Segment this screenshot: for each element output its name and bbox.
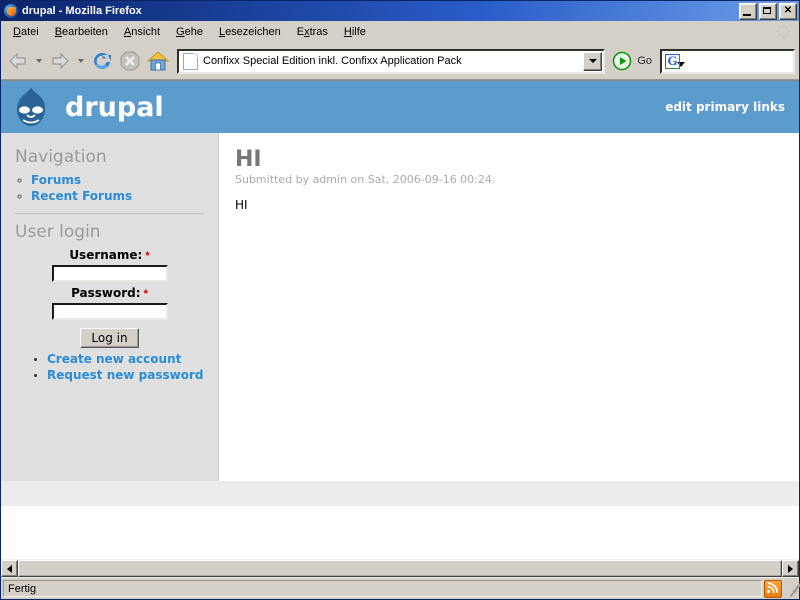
node-submitted-info: Submitted by admin on Sat, 2006-09-16 00…: [235, 173, 496, 186]
list-item: Create new account: [47, 352, 206, 366]
password-required-marker: *: [143, 288, 148, 300]
menu-extras[interactable]: Extras: [289, 24, 336, 40]
status-bar: Fertig: [1, 577, 800, 599]
password-row: Password: *: [13, 286, 206, 320]
chevron-right-icon: [788, 564, 793, 573]
user-login-block-title: User login: [15, 222, 101, 242]
menu-ansicht[interactable]: Ansicht: [116, 24, 168, 40]
url-input[interactable]: Confixx Special Edition inkl. Confixx Ap…: [203, 55, 583, 67]
scroll-left-button[interactable]: [1, 560, 18, 577]
navigation-toolbar: Confixx Special Edition inkl. Confixx Ap…: [1, 43, 799, 80]
log-in-button[interactable]: Log in: [80, 328, 139, 348]
password-label: Password:: [71, 286, 141, 300]
home-button[interactable]: [145, 48, 171, 74]
browser-window: drupal - Mozilla Firefox ✕ Datei Bearbei…: [0, 0, 800, 600]
page-viewport: drupal edit primary links Navigation For…: [1, 80, 799, 559]
page-background-area: [1, 506, 799, 559]
reload-icon: [94, 52, 111, 69]
window-controls: ✕: [739, 2, 797, 20]
site-name: drupal: [65, 91, 164, 123]
url-bar[interactable]: Confixx Special Edition inkl. Confixx Ap…: [177, 48, 606, 74]
throbber-icon: [776, 24, 791, 39]
title-bar: drupal - Mozilla Firefox ✕: [1, 1, 799, 21]
close-icon: ✕: [783, 4, 793, 16]
menu-hilfe[interactable]: Hilfe: [336, 24, 374, 40]
scrollbar-track[interactable]: [18, 560, 782, 577]
firefox-icon: [4, 4, 18, 18]
url-dropdown-button[interactable]: [583, 51, 603, 71]
google-logo-icon: G: [665, 53, 680, 69]
resize-grip-icon[interactable]: [784, 580, 800, 597]
site-banner: drupal edit primary links: [1, 81, 799, 133]
forward-button[interactable]: [47, 48, 73, 74]
edit-primary-links[interactable]: edit primary links: [665, 100, 785, 114]
back-dropdown-caret-icon[interactable]: [36, 59, 42, 63]
menu-gehe[interactable]: Gehe: [168, 24, 211, 40]
drupal-druplicon-logo: [17, 87, 45, 126]
reload-button[interactable]: [89, 48, 115, 74]
chevron-left-icon: [7, 564, 12, 573]
user-login-form: Username: * Password: * Log in Create ne…: [13, 248, 206, 382]
request-new-password-link[interactable]: Request new password: [47, 368, 203, 382]
nav-link-recent-forums[interactable]: Recent Forums: [31, 189, 132, 203]
navigation-block-title: Navigation: [15, 147, 107, 167]
password-input[interactable]: [51, 303, 168, 320]
search-box[interactable]: G: [660, 48, 795, 74]
username-required-marker: *: [145, 250, 150, 262]
go-arrow-icon: [613, 51, 632, 71]
menu-bearbeiten[interactable]: Bearbeiten: [47, 24, 116, 40]
page-columns: Navigation Forums Recent Forums User log…: [1, 133, 799, 481]
main-content: HI Submitted by admin on Sat, 2006-09-16…: [219, 133, 799, 481]
username-label: Username:: [69, 248, 143, 262]
user-login-links: Create new account Request new password: [13, 352, 206, 382]
horizontal-scrollbar[interactable]: [1, 559, 799, 577]
chevron-down-icon: [588, 59, 597, 63]
close-button[interactable]: ✕: [779, 2, 797, 20]
rss-glyph-icon: [766, 581, 779, 593]
forward-dropdown-caret-icon[interactable]: [78, 59, 84, 63]
list-item: Request new password: [47, 368, 206, 382]
scroll-right-button[interactable]: [782, 560, 799, 577]
create-new-account-link[interactable]: Create new account: [47, 352, 181, 366]
window-title: drupal - Mozilla Firefox: [22, 5, 142, 17]
menu-datei[interactable]: Datei: [5, 24, 47, 40]
go-label[interactable]: Go: [637, 55, 652, 67]
forward-arrow-icon: [52, 52, 69, 70]
navigation-links: Forums Recent Forums: [13, 173, 206, 203]
stop-button[interactable]: [117, 48, 143, 74]
menu-bar: Datei Bearbeiten Ansicht Gehe Lesezeiche…: [1, 21, 799, 43]
username-input[interactable]: [51, 265, 168, 282]
maximize-button[interactable]: [759, 2, 777, 20]
nav-link-forums[interactable]: Forums: [31, 173, 81, 187]
back-button[interactable]: [5, 48, 31, 74]
username-row: Username: *: [13, 248, 206, 282]
node-body: HI: [235, 198, 248, 212]
list-item: Forums: [31, 173, 206, 187]
minimize-button[interactable]: [739, 2, 757, 20]
back-arrow-icon: [9, 52, 26, 70]
sidebar: Navigation Forums Recent Forums User log…: [1, 133, 219, 481]
list-item: Recent Forums: [31, 189, 206, 203]
go-button[interactable]: [611, 50, 633, 72]
sidebar-divider: [15, 213, 204, 214]
home-icon: [146, 51, 170, 71]
node-title: HI: [235, 147, 262, 172]
page-footer-strip: [1, 481, 799, 506]
menu-lesezeichen[interactable]: Lesezeichen: [211, 24, 289, 40]
page-icon: [183, 52, 198, 70]
stop-icon: [120, 51, 140, 71]
status-text: Fertig: [3, 580, 762, 597]
rss-feed-icon[interactable]: [764, 579, 782, 598]
